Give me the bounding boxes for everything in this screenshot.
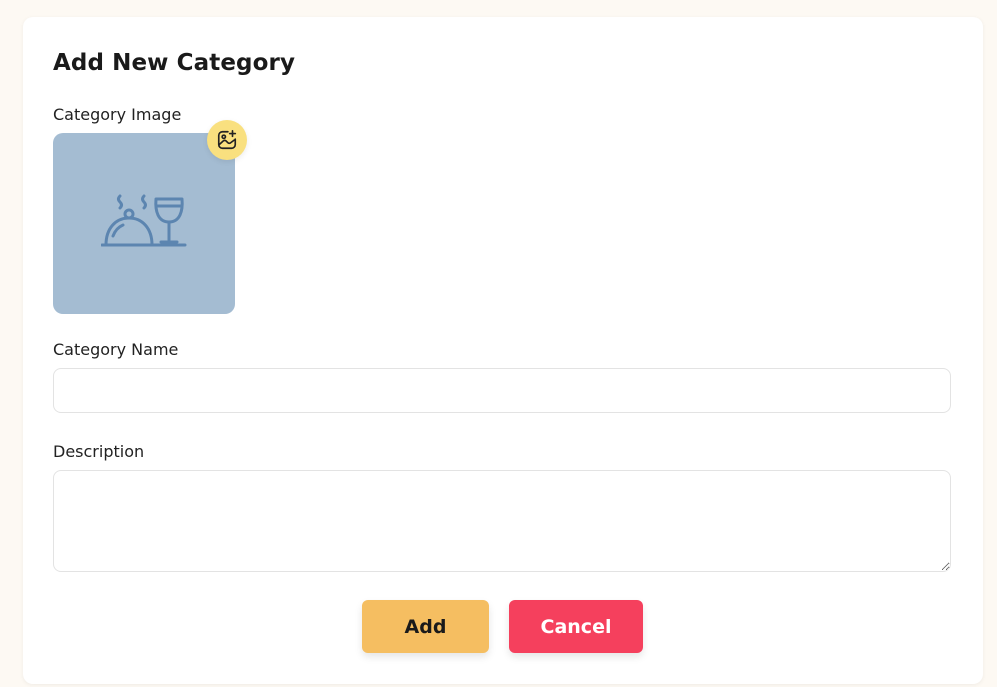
category-name-input[interactable] — [53, 368, 951, 413]
category-image-preview[interactable] — [53, 133, 235, 314]
food-cloche-wine-icon — [101, 194, 187, 246]
add-category-card: Add New Category Category Image Category… — [23, 17, 983, 684]
cancel-button[interactable]: Cancel — [509, 600, 643, 653]
image-add-icon — [217, 130, 237, 150]
description-textarea[interactable] — [53, 470, 951, 572]
image-upload-button[interactable] — [207, 120, 247, 160]
add-button[interactable]: Add — [362, 600, 489, 653]
page-title: Add New Category — [53, 50, 296, 76]
description-label: Description — [53, 442, 145, 461]
category-image-label: Category Image — [53, 105, 182, 124]
category-name-label: Category Name — [53, 340, 179, 359]
